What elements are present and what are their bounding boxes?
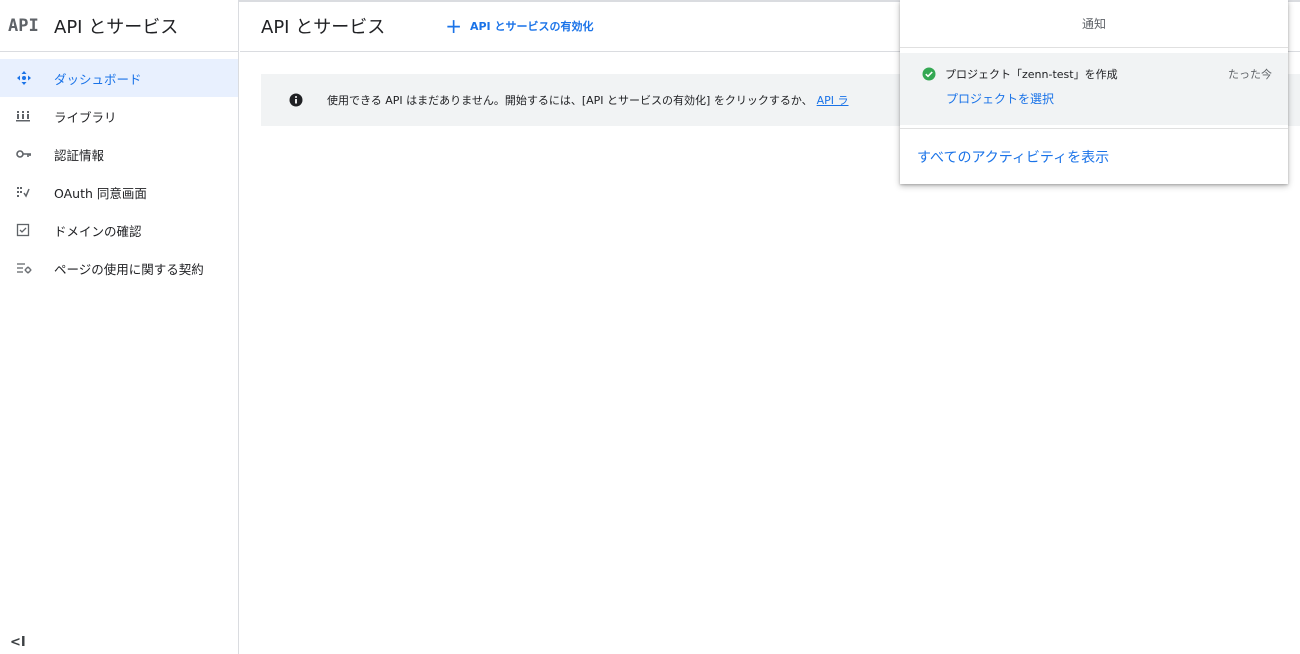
select-project-link[interactable]: プロジェクトを選択 [946,90,1054,107]
info-banner-link[interactable]: API ラ [817,92,849,108]
notification-item[interactable]: プロジェクト「zenn-test」を作成 たった今 プロジェクトを選択 [900,53,1288,125]
collapse-sidebar-button[interactable]: <I [10,635,26,650]
sidebar-title: API とサービス [54,16,179,38]
notification-panel: 通知 プロジェクト「zenn-test」を作成 たった今 プロジェクトを選択 す… [900,0,1288,184]
sidebar-item-label: ページの使用に関する契約 [54,261,204,277]
sidebar: API API とサービス ダッシュボード ライブラリ 認証情報 OAuth 同… [0,0,239,654]
sidebar-nav: ダッシュボード ライブラリ 認証情報 OAuth 同意画面 ドメインの確認 ペー… [0,59,238,287]
notification-time: たった今 [1228,68,1272,81]
notification-title: 通知 [900,0,1288,48]
sidebar-item-label: OAuth 同意画面 [54,185,147,201]
sidebar-item-domain[interactable]: ドメインの確認 [0,211,238,249]
dashboard-icon [16,70,54,86]
notification-divider [900,128,1288,129]
api-logo: API [8,15,39,36]
sidebar-item-label: 認証情報 [54,147,105,163]
info-banner-text: 使用できる API はまだありません。開始するには、[API とサービスの有効化… [327,94,813,107]
sidebar-item-library[interactable]: ライブラリ [0,97,238,135]
sidebar-item-label: ライブラリ [54,109,117,125]
view-all-activity-link[interactable]: すべてのアクティビティを表示 [917,147,1109,167]
page-title: API とサービス [261,16,386,38]
sidebar-item-dashboard[interactable]: ダッシュボード [0,59,238,97]
enable-apis-label: API とサービスの有効化 [469,19,594,33]
sidebar-item-oauth[interactable]: OAuth 同意画面 [0,173,238,211]
sidebar-item-page-agreement[interactable]: ページの使用に関する契約 [0,249,238,287]
check-circle-icon [922,67,936,81]
library-icon [16,109,54,123]
sidebar-item-credentials[interactable]: 認証情報 [0,135,238,173]
page-agreement-icon [16,261,54,275]
consent-icon [16,185,54,199]
sidebar-header: API API とサービス [0,0,238,52]
info-icon [289,93,303,107]
notification-message: プロジェクト「zenn-test」を作成 [945,68,1118,81]
plus-icon: + [445,13,462,38]
key-icon [16,148,54,160]
sidebar-item-label: ドメインの確認 [54,223,142,239]
enable-apis-button[interactable]: + API とサービスの有効化 [445,16,593,36]
notification-message-row: プロジェクト「zenn-test」を作成 [922,66,1118,82]
domain-check-icon [16,223,54,237]
sidebar-item-label: ダッシュボード [54,71,142,87]
